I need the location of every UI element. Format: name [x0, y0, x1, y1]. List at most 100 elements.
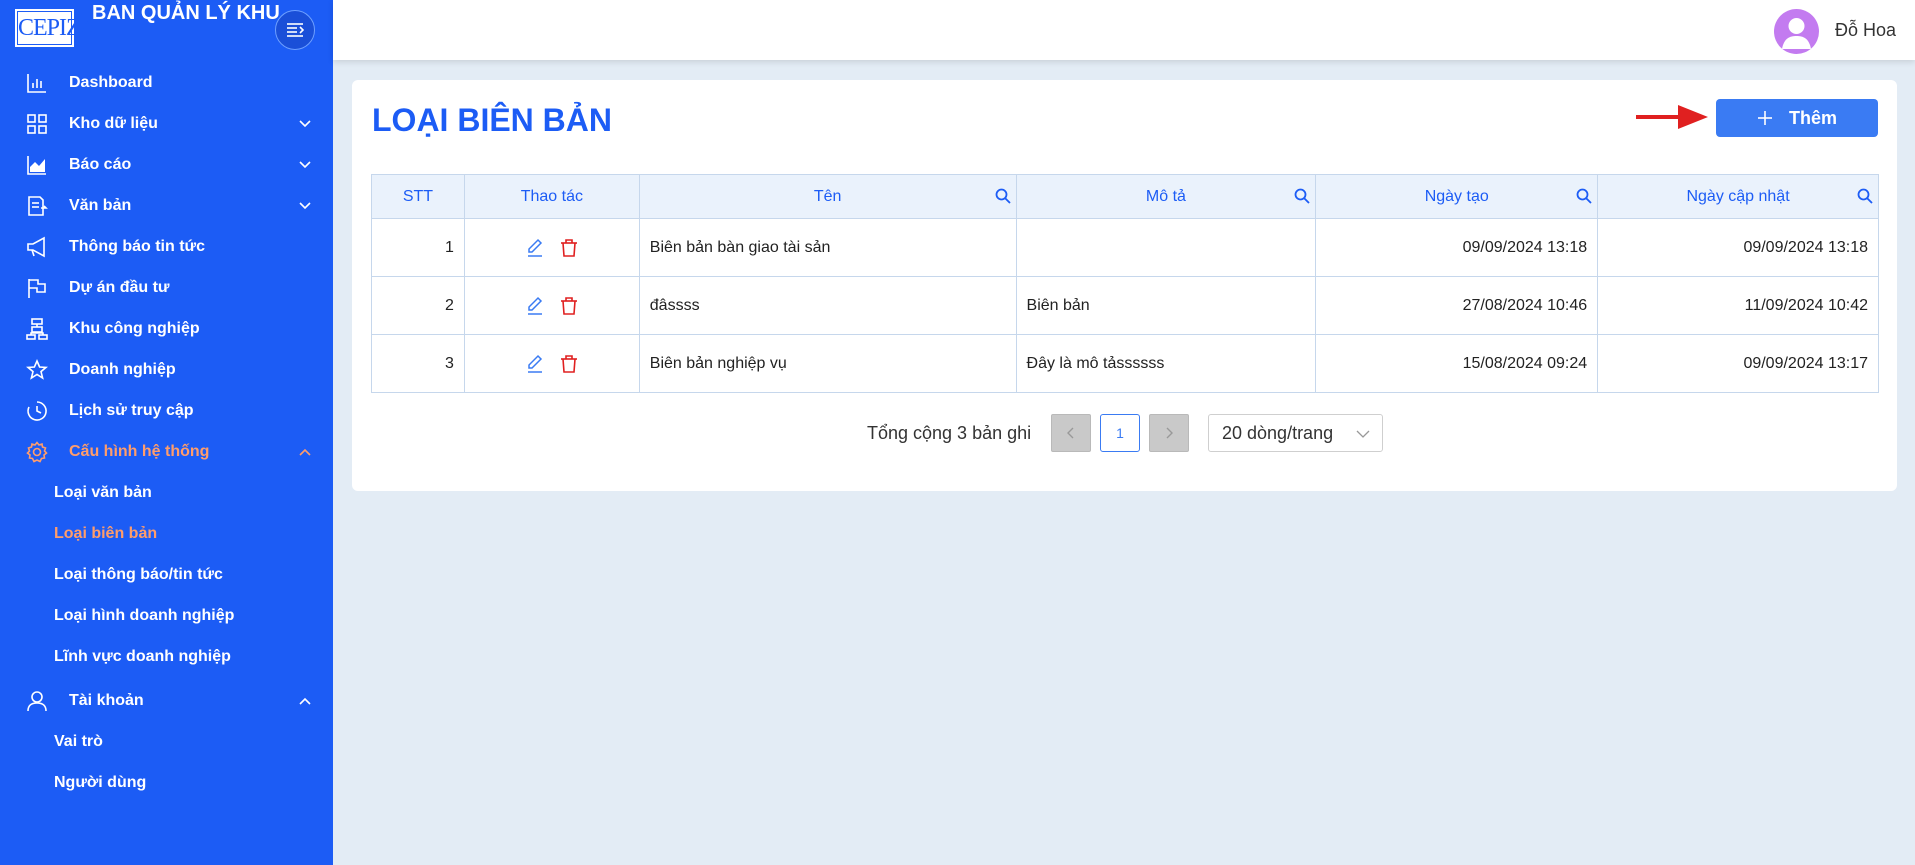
gear-icon	[25, 440, 49, 464]
sidebar-subitem-label: Người dùng	[54, 773, 147, 791]
col-header-ten: Tên	[638, 174, 1017, 219]
sidebar-subitem-label: Loại biên bản	[54, 524, 158, 542]
search-icon[interactable]	[1857, 188, 1873, 204]
total-records: Tổng cộng 3 bản ghi	[867, 423, 1032, 443]
delete-icon[interactable]	[559, 354, 579, 374]
sidebar-item-label: Văn bản	[69, 196, 132, 214]
user-icon	[25, 689, 49, 713]
star-icon	[25, 358, 49, 382]
area-chart-icon	[25, 153, 49, 177]
document-icon	[25, 194, 49, 218]
flag-icon	[25, 276, 49, 300]
history-icon	[25, 399, 49, 423]
edit-icon[interactable]	[525, 238, 545, 258]
sidebar-item-bao-cao[interactable]: Báo cáo	[0, 144, 333, 185]
chevron-down-icon	[1356, 430, 1370, 438]
app-title: BAN QUẢN LÝ KHU CHẾ XUẤT KHU CN	[92, 2, 282, 24]
cell-stt: 1	[371, 218, 465, 277]
current-page-button[interactable]: 1	[1100, 414, 1140, 452]
cell-actions	[463, 218, 640, 277]
sidebar-item-label: Lịch sử truy cập	[69, 401, 194, 419]
sidebar-subitem-linh-vuc-doanh-nghiep[interactable]: Lĩnh vực doanh nghiệp	[0, 636, 333, 677]
user-name[interactable]: Đỗ Hoa	[1835, 20, 1896, 41]
user-avatar-icon	[1782, 18, 1811, 49]
cell-stt: 3	[371, 334, 465, 393]
cluster-icon	[25, 317, 49, 341]
plus-icon	[1757, 111, 1772, 125]
menu-fold-icon	[287, 23, 304, 37]
sidebar-subitem-loai-van-ban[interactable]: Loại văn bản	[0, 472, 333, 513]
col-header-label: Thao tác	[520, 187, 583, 205]
sidebar-item-tai-khoan[interactable]: Tài khoản	[0, 680, 333, 721]
search-icon[interactable]	[1294, 188, 1310, 204]
page-title: LOẠI BIÊN BẢN	[372, 102, 612, 138]
top-header: Đỗ Hoa	[333, 0, 1915, 60]
cell-ten: Biên bản nghiệp vụ	[638, 334, 1017, 393]
chevron-down-icon	[299, 201, 311, 209]
search-icon[interactable]	[1576, 188, 1592, 204]
cell-ngay-tao: 27/08/2024 10:46	[1315, 276, 1599, 335]
next-page-button[interactable]	[1149, 414, 1189, 452]
sidebar-item-khu-cong-nghiep[interactable]: Khu công nghiệp	[0, 308, 333, 349]
sidebar-toggle-button[interactable]	[275, 10, 315, 50]
cell-stt: 2	[371, 276, 465, 335]
table-header-row: STT Thao tác Tên Mô tả Ngày tạo Ngày cập…	[371, 174, 1879, 219]
col-header-label: Ngày tạo	[1424, 187, 1489, 205]
cell-ngay-tao: 09/09/2024 13:18	[1315, 218, 1599, 277]
sidebar-subitem-loai-hinh-doanh-nghiep[interactable]: Loại hình doanh nghiệp	[0, 595, 333, 636]
add-button-label: Thêm	[1788, 107, 1837, 128]
table-row: 1 Biên bản bàn giao tài sản 09/09/2024 1…	[371, 218, 1879, 277]
cepiza-logo[interactable]: CEPIZA	[15, 9, 97, 47]
sidebar-subitem-loai-thong-bao[interactable]: Loại thông báo/tin tức	[0, 554, 333, 595]
logo-text: CEPIZA	[17, 11, 97, 45]
sidebar-item-label: Kho dữ liệu	[69, 114, 158, 132]
add-button[interactable]: Thêm	[1716, 99, 1878, 137]
col-header-mo-ta: Mô tả	[1015, 174, 1317, 219]
cell-mo-ta: Đây là mô tảssssss	[1015, 334, 1317, 393]
sidebar-item-label: Cấu hình hệ thống	[69, 442, 210, 460]
col-header-ngay-tao: Ngày tạo	[1315, 174, 1599, 219]
cell-mo-ta	[1015, 218, 1317, 277]
col-header-label: Mô tả	[1145, 187, 1186, 205]
sidebar-subitem-nguoi-dung[interactable]: Người dùng	[0, 762, 333, 803]
table-row: 2 đâssss Biên bản 27/08/2024 10:46 11/09…	[371, 276, 1879, 335]
edit-icon[interactable]	[525, 296, 545, 316]
sidebar-item-du-an-dau-tu[interactable]: Dự án đầu tư	[0, 267, 333, 308]
sidebar-item-doanh-nghiep[interactable]: Doanh nghiệp	[0, 349, 333, 390]
sidebar-item-label: Doanh nghiệp	[69, 360, 176, 378]
col-header-label: Tên	[813, 187, 842, 205]
delete-icon[interactable]	[559, 296, 579, 316]
col-header-thao-tac: Thao tác	[463, 174, 640, 219]
sidebar-item-thong-bao-tin-tuc[interactable]: Thông báo tin tức	[0, 226, 333, 267]
cell-ngay-cap-nhat: 09/09/2024 13:18	[1597, 218, 1879, 277]
sidebar-item-dashboard[interactable]: Dashboard	[0, 62, 333, 103]
prev-page-button[interactable]	[1051, 414, 1091, 452]
search-icon[interactable]	[995, 188, 1011, 204]
sidebar-subitem-label: Loại văn bản	[54, 483, 152, 501]
sidebar-subitem-label: Vai trò	[54, 732, 103, 750]
cell-ten: Biên bản bàn giao tài sản	[638, 218, 1017, 277]
sidebar-subitem-vai-tro[interactable]: Vai trò	[0, 721, 333, 762]
grid-icon	[25, 112, 49, 136]
page-size-select[interactable]: 20 dòng/trang	[1208, 414, 1383, 452]
megaphone-icon	[25, 235, 49, 259]
cell-ngay-tao: 15/08/2024 09:24	[1315, 334, 1599, 393]
sidebar-item-lich-su-truy-cap[interactable]: Lịch sử truy cập	[0, 390, 333, 431]
sidebar-item-van-ban[interactable]: Văn bản	[0, 185, 333, 226]
edit-icon[interactable]	[525, 354, 545, 374]
sidebar-item-cau-hinh-he-thong[interactable]: Cấu hình hệ thống	[0, 431, 333, 472]
sidebar-item-kho-du-lieu[interactable]: Kho dữ liệu	[0, 103, 333, 144]
cell-mo-ta: Biên bản	[1015, 276, 1317, 335]
col-header-label: Ngày cập nhật	[1686, 187, 1790, 205]
content-card: LOẠI BIÊN BẢN Thêm STT Thao tác Tên Mô t…	[352, 80, 1897, 491]
sidebar-subitem-label: Lĩnh vực doanh nghiệp	[54, 647, 231, 665]
chevron-right-icon	[1166, 427, 1173, 439]
chevron-down-icon	[299, 119, 311, 127]
delete-icon[interactable]	[559, 238, 579, 258]
sidebar-subitem-loai-bien-ban[interactable]: Loại biên bản	[0, 513, 333, 554]
cell-ngay-cap-nhat: 09/09/2024 13:17	[1597, 334, 1879, 393]
sidebar-menu: Dashboard Kho dữ liệu Báo cáo Văn bản Th…	[0, 62, 333, 803]
avatar[interactable]	[1774, 9, 1819, 54]
sidebar-subitem-label: Loại hình doanh nghiệp	[54, 606, 235, 624]
col-header-stt: STT	[371, 174, 465, 219]
